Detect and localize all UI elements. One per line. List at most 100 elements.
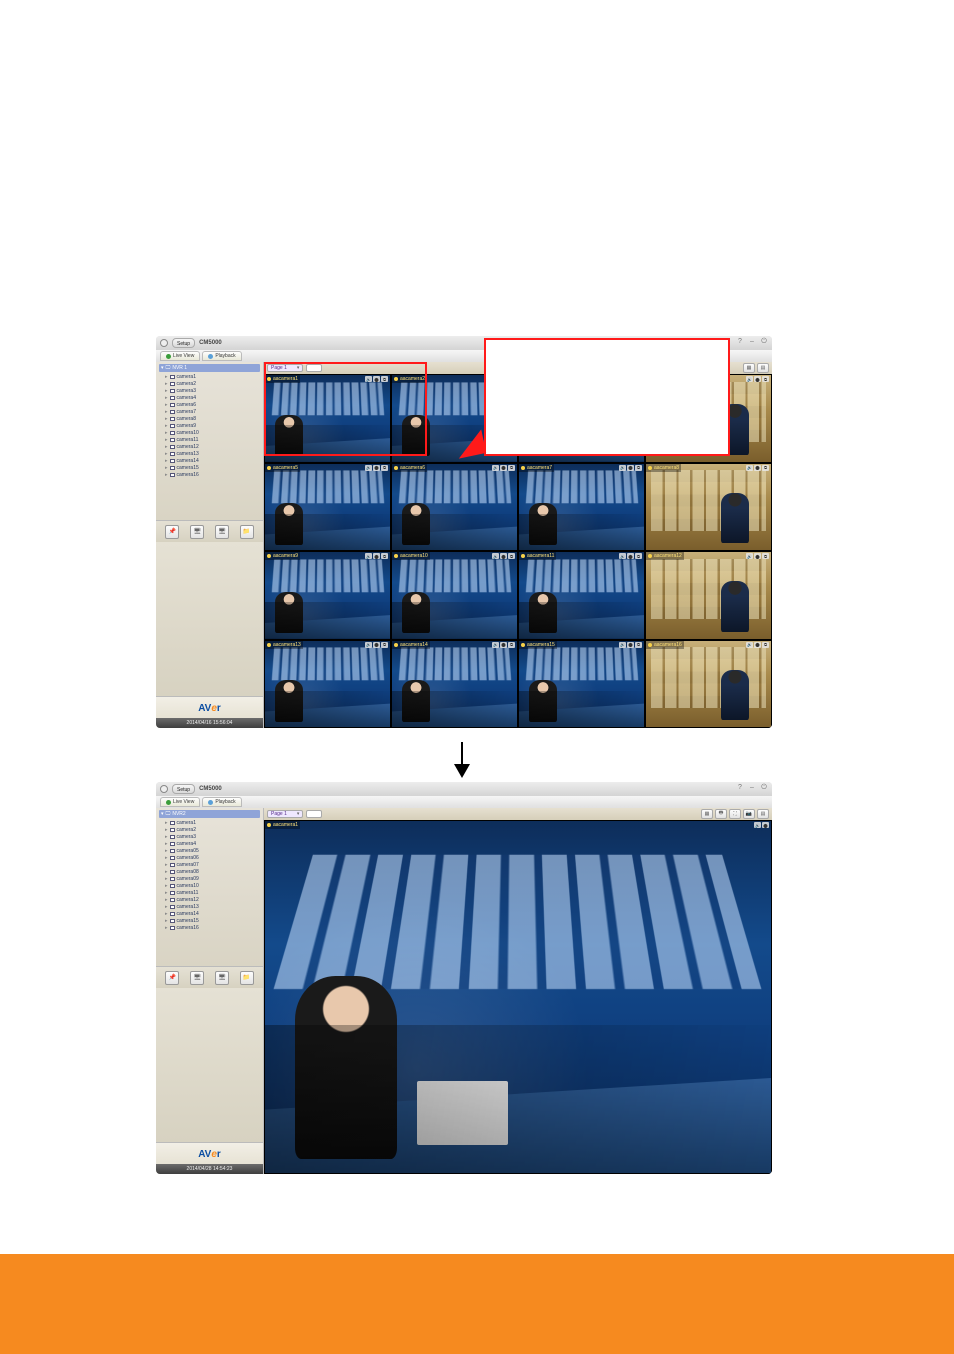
snapshot-icon[interactable]: ⧉ — [762, 465, 769, 471]
snapshot-icon[interactable]: ⧉ — [508, 553, 515, 559]
snapshot-icon[interactable]: ⧉ — [762, 376, 769, 382]
page-add-button[interactable] — [306, 364, 322, 372]
layout-icon[interactable]: ▦ — [743, 363, 755, 373]
expand-icon[interactable]: ▸ — [165, 465, 168, 471]
camera-cell[interactable]: aacamera10🔊⬤⧉ — [391, 551, 518, 640]
record-icon[interactable]: ⬤ — [627, 642, 634, 648]
snapshot-icon[interactable]: ⧉ — [635, 553, 642, 559]
speaker-icon[interactable]: 🔊 — [746, 553, 753, 559]
camera-cell[interactable]: aacamera1🔊⬤ — [264, 820, 772, 1174]
expand-icon[interactable]: ▸ — [165, 388, 168, 394]
tree-item-camera[interactable]: ▸camera09 — [165, 875, 260, 882]
speaker-icon[interactable]: 🔊 — [619, 553, 626, 559]
collapse-icon[interactable]: ▾ — [161, 365, 164, 371]
tree-item-camera[interactable]: ▸camera08 — [165, 868, 260, 875]
expand-icon[interactable]: ▸ — [165, 827, 168, 833]
tree-item-camera[interactable]: ▸camera1 — [165, 373, 260, 380]
speaker-icon[interactable]: 🔊 — [746, 465, 753, 471]
settings-icon[interactable]: ▤ — [757, 809, 769, 819]
snapshot-icon[interactable]: ⧉ — [635, 642, 642, 648]
tree-item-camera[interactable]: ▸camera7 — [165, 408, 260, 415]
tree-item-camera[interactable]: ▸camera07 — [165, 861, 260, 868]
expand-icon[interactable]: ▸ — [165, 423, 168, 429]
record-icon[interactable]: ⬤ — [762, 822, 769, 828]
snapshot-icon[interactable]: ⧉ — [635, 465, 642, 471]
tree-root-nvr[interactable]: ▾ 🖵 NVR 1 — [159, 364, 260, 372]
record-icon[interactable]: ⬤ — [500, 642, 507, 648]
tree-item-camera[interactable]: ▸camera4 — [165, 840, 260, 847]
expand-icon[interactable]: ▸ — [165, 451, 168, 457]
record-icon[interactable]: ⬤ — [754, 376, 761, 382]
speaker-icon[interactable]: 🔊 — [365, 376, 372, 382]
record-icon[interactable]: ⬤ — [500, 553, 507, 559]
tree-item-camera[interactable]: ▸camera15 — [165, 464, 260, 471]
close-icon[interactable]: ⏻ — [760, 338, 768, 346]
expand-icon[interactable]: ▸ — [165, 834, 168, 840]
expand-icon[interactable]: ▸ — [165, 444, 168, 450]
tree-item-camera[interactable]: ▸camera11 — [165, 889, 260, 896]
tree-item-camera[interactable]: ▸camera15 — [165, 917, 260, 924]
record-icon[interactable]: ⬤ — [373, 553, 380, 559]
tree-item-camera[interactable]: ▸camera2 — [165, 826, 260, 833]
minimize-icon[interactable]: – — [748, 338, 756, 346]
expand-icon[interactable]: ▸ — [165, 416, 168, 422]
expand-icon[interactable]: ▸ — [165, 409, 168, 415]
expand-icon[interactable]: ▸ — [165, 458, 168, 464]
expand-icon[interactable]: ▸ — [165, 918, 168, 924]
tree-item-camera[interactable]: ▸camera3 — [165, 387, 260, 394]
snapshot-icon[interactable]: ⧉ — [381, 553, 388, 559]
speaker-icon[interactable]: 🔊 — [365, 642, 372, 648]
record-icon[interactable]: ⬤ — [373, 376, 380, 382]
expand-icon[interactable]: ▸ — [165, 862, 168, 868]
page-add-button[interactable] — [306, 810, 322, 818]
tree-item-camera[interactable]: ▸camera6 — [165, 401, 260, 408]
camera-cell[interactable]: aacamera8🔊⬤⧉ — [645, 463, 772, 552]
expand-icon[interactable]: ▸ — [165, 472, 168, 478]
tree-item-camera[interactable]: ▸camera05 — [165, 847, 260, 854]
record-icon[interactable]: ⬤ — [754, 553, 761, 559]
tree-item-camera[interactable]: ▸camera12 — [165, 896, 260, 903]
snapshot-icon[interactable]: ⧉ — [508, 465, 515, 471]
thumbtack-icon[interactable]: 📌 — [165, 525, 179, 539]
tree-item-camera[interactable]: ▸camera10 — [165, 882, 260, 889]
expand-icon[interactable]: ▸ — [165, 890, 168, 896]
folder-icon[interactable]: 📁 — [240, 971, 254, 985]
speaker-icon[interactable]: 🔊 — [619, 465, 626, 471]
speaker-icon[interactable]: 🔊 — [365, 553, 372, 559]
snapshot-icon[interactable]: ⧉ — [381, 376, 388, 382]
thumbtack-icon[interactable]: 📌 — [165, 971, 179, 985]
expand-icon[interactable]: ▸ — [165, 841, 168, 847]
record-icon[interactable]: ⬤ — [627, 553, 634, 559]
expand-icon[interactable]: ▸ — [165, 869, 168, 875]
snapshot-icon[interactable]: ⧉ — [762, 553, 769, 559]
tab-playback[interactable]: Playback — [202, 351, 241, 361]
camera-cell[interactable]: aacamera14🔊⬤⧉ — [391, 640, 518, 729]
record-icon[interactable]: ⬤ — [373, 642, 380, 648]
device-tree[interactable]: ▾ 🖵 NVR 1 ▸camera1▸camera2▸camera3▸camer… — [156, 362, 263, 520]
expand-icon[interactable]: ▸ — [165, 904, 168, 910]
expand-icon[interactable]: ▸ — [165, 911, 168, 917]
tree-item-camera[interactable]: ▸camera16 — [165, 471, 260, 478]
tree-item-camera[interactable]: ▸camera1 — [165, 819, 260, 826]
speaker-icon[interactable]: 🔊 — [619, 642, 626, 648]
tree-item-camera[interactable]: ▸camera9 — [165, 422, 260, 429]
tab-playback[interactable]: Playback — [202, 797, 241, 807]
tree-item-camera[interactable]: ▸camera11 — [165, 436, 260, 443]
record-icon[interactable]: ⬤ — [627, 465, 634, 471]
expand-icon[interactable]: ▸ — [165, 883, 168, 889]
tree-item-camera[interactable]: ▸camera13 — [165, 450, 260, 457]
page-select[interactable]: Page 1 ▾ — [267, 364, 303, 372]
help-icon[interactable]: ? — [736, 784, 744, 792]
speaker-icon[interactable]: 🔊 — [746, 376, 753, 382]
print-icon[interactable]: 🖶 — [715, 809, 727, 819]
camera-cell[interactable]: aacamera12🔊⬤⧉ — [645, 551, 772, 640]
expand-icon[interactable]: ▸ — [165, 848, 168, 854]
expand-icon[interactable]: ▸ — [165, 437, 168, 443]
camera-cell[interactable]: aacamera9🔊⬤⧉ — [264, 551, 391, 640]
close-icon[interactable]: ⏻ — [760, 784, 768, 792]
snapshot-icon[interactable]: ⧉ — [381, 465, 388, 471]
dual-monitor-icon[interactable]: 🖥 — [215, 971, 229, 985]
tree-item-camera[interactable]: ▸camera14 — [165, 910, 260, 917]
tab-live-view[interactable]: Live View — [160, 351, 200, 361]
tree-root-nvr[interactable]: ▾ 🖵 NVR2 — [159, 810, 260, 818]
